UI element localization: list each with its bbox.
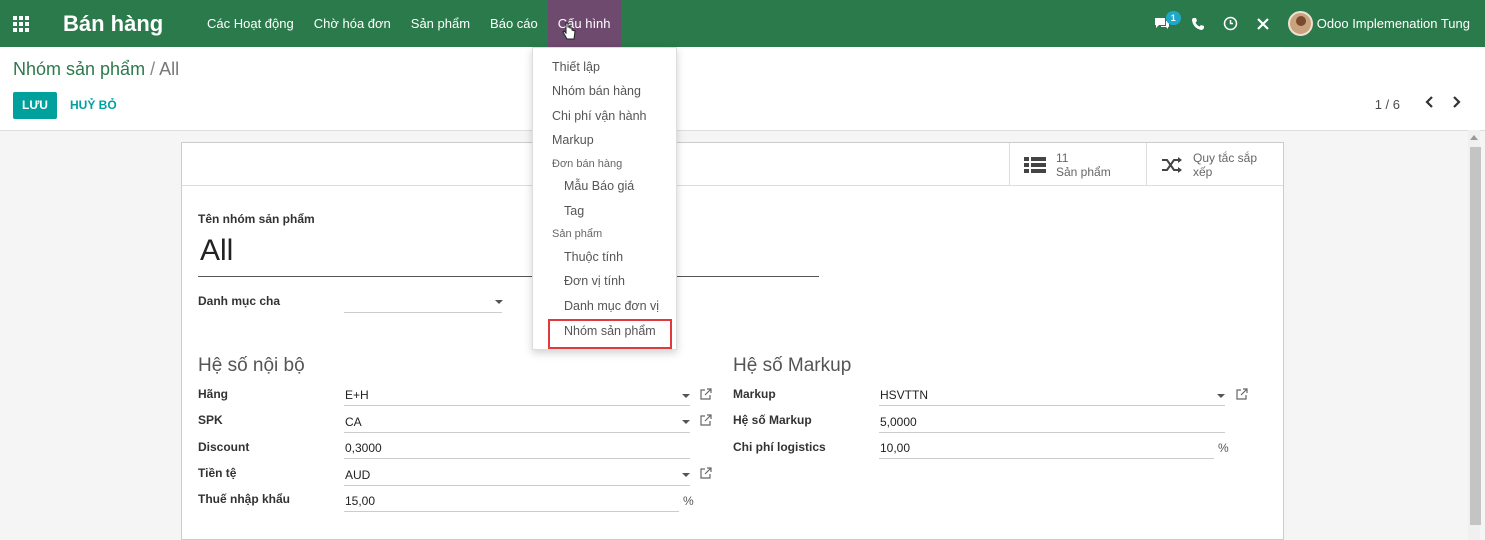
shuffle-icon [1162, 156, 1182, 173]
menu-configuration[interactable]: Cấu hình [547, 0, 621, 47]
spk-field[interactable]: CA [345, 415, 362, 429]
sort-rules-label-1: Quy tắc sắp [1193, 150, 1258, 165]
dropdown-header-products: Sản phẩm [552, 228, 603, 240]
import-tax-field[interactable]: 15,00 [345, 494, 375, 508]
pager-buttons [1424, 95, 1462, 109]
menu-to-invoice[interactable]: Chờ hóa đơn [304, 0, 401, 47]
scrollbar-thumb[interactable] [1470, 147, 1481, 525]
parent-category-caret-icon[interactable] [495, 300, 503, 304]
discard-button[interactable]: HUỶ BỎ [70, 92, 117, 119]
systray: 1 Odoo Implemenation Tung [1153, 0, 1470, 47]
import-tax-percent: % [683, 494, 694, 508]
app-title[interactable]: Bán hàng [63, 11, 163, 37]
name-underline [198, 276, 819, 277]
currency-underline [344, 485, 690, 486]
apps-grid-icon[interactable] [13, 16, 29, 32]
logistics-cost-percent: % [1218, 441, 1229, 455]
products-count: 11 [1056, 150, 1069, 165]
form-sheet: 11 Sản phẩm Quy tắc sắp xếp Tên nhóm sản… [181, 142, 1284, 540]
dropdown-item-tags[interactable]: Tag [564, 204, 584, 218]
import-tax-underline [344, 511, 679, 512]
currency-field[interactable]: AUD [345, 468, 370, 482]
dropdown-item-operating-costs[interactable]: Chi phí vận hành [552, 109, 647, 123]
chat-icon[interactable]: 1 [1153, 10, 1181, 32]
markup-coefficient-underline [879, 432, 1225, 433]
markup-coefficients-title: Hệ số Markup [733, 355, 852, 376]
markup-underline [879, 405, 1225, 406]
markup-caret-icon[interactable] [1217, 394, 1225, 398]
external-link-icon[interactable] [700, 388, 712, 400]
hand-cursor-icon [562, 22, 576, 40]
dropdown-item-settings[interactable]: Thiết lập [552, 60, 600, 74]
scroll-up-arrow-icon[interactable] [1470, 135, 1478, 140]
list-icon [1024, 156, 1046, 173]
discount-underline [344, 458, 690, 459]
discount-label: Discount [198, 440, 250, 454]
import-tax-label: Thuế nhập khẩu [198, 492, 291, 506]
configuration-dropdown: Thiết lập Nhóm bán hàng Chi phí vận hành… [532, 47, 677, 350]
markup-coefficient-field[interactable]: 5,0000 [880, 415, 917, 429]
user-name: Odoo Implemenation Tung [1316, 16, 1470, 31]
spk-label: SPK [198, 413, 223, 427]
brand-field[interactable]: E+H [345, 388, 369, 402]
currency-label: Tiền tệ [198, 466, 237, 480]
sort-rules-stat-button[interactable]: Quy tắc sắp xếp [1146, 143, 1284, 186]
top-navbar: Bán hàng Các Hoạt động Chờ hóa đơn Sản p… [0, 0, 1485, 47]
chevron-right-icon[interactable] [1452, 95, 1462, 109]
breadcrumb-parent[interactable]: Nhóm sản phẩm [13, 59, 145, 79]
breadcrumb-separator: / [150, 59, 156, 79]
dropdown-item-attributes[interactable]: Thuộc tính [564, 250, 623, 264]
parent-category-underline [344, 312, 502, 313]
chevron-left-icon[interactable] [1424, 95, 1434, 109]
dropdown-item-markup[interactable]: Markup [552, 133, 594, 147]
markup-coefficient-label: Hệ số Markup [733, 413, 812, 427]
products-stat-label: Sản phẩm [1056, 164, 1111, 179]
user-menu[interactable]: Odoo Implemenation Tung [1287, 11, 1470, 36]
logistics-cost-underline [879, 458, 1214, 459]
button-box: 11 Sản phẩm Quy tắc sắp xếp [182, 143, 1283, 186]
dropdown-item-quotation-templates[interactable]: Mẫu Báo giá [564, 179, 634, 193]
products-stat-button[interactable]: 11 Sản phẩm [1009, 143, 1147, 186]
external-link-icon[interactable] [700, 467, 712, 479]
markup-label: Markup [733, 387, 776, 401]
brand-underline [344, 405, 690, 406]
breadcrumb: Nhóm sản phẩm / All [13, 59, 179, 80]
chat-badge: 1 [1165, 10, 1181, 25]
discount-field[interactable]: 0,3000 [345, 441, 382, 455]
sort-rules-label-2: xếp [1193, 164, 1213, 179]
dropdown-header-sales-orders: Đơn bán hàng [552, 158, 623, 170]
internal-coefficients-title: Hệ số nội bộ [198, 355, 305, 376]
markup-field[interactable]: HSVTTN [880, 388, 928, 402]
avatar [1287, 11, 1313, 36]
logistics-cost-field[interactable]: 10,00 [880, 441, 910, 455]
external-link-icon[interactable] [1236, 388, 1248, 400]
brand-caret-icon[interactable] [682, 394, 690, 398]
dropdown-item-units-of-measure[interactable]: Đơn vị tính [564, 274, 625, 288]
pager-value[interactable]: 1 / 6 [1375, 97, 1400, 112]
brand-label: Hãng [198, 387, 228, 401]
name-label: Tên nhóm sản phẩm [198, 212, 315, 226]
parent-category-label: Danh mục cha [198, 294, 281, 308]
save-button[interactable]: LƯU [13, 92, 57, 119]
clock-icon[interactable] [1223, 16, 1238, 31]
spk-caret-icon[interactable] [682, 420, 690, 424]
tools-icon[interactable] [1256, 17, 1270, 31]
logistics-cost-label: Chi phí logistics [733, 440, 826, 454]
highlight-box [548, 319, 672, 349]
dropdown-item-uom-categories[interactable]: Danh mục đơn vị [564, 299, 659, 313]
menu-activities[interactable]: Các Hoạt động [197, 0, 304, 47]
menu-products[interactable]: Sản phẩm [401, 0, 480, 47]
phone-icon[interactable] [1191, 17, 1205, 31]
spk-underline [344, 432, 690, 433]
breadcrumb-current: All [159, 59, 180, 79]
main-menu: Các Hoạt động Chờ hóa đơn Sản phẩm Báo c… [197, 0, 621, 47]
dropdown-item-sales-teams[interactable]: Nhóm bán hàng [552, 84, 641, 98]
name-input[interactable]: All [200, 234, 233, 268]
external-link-icon[interactable] [700, 414, 712, 426]
currency-caret-icon[interactable] [682, 473, 690, 477]
menu-reporting[interactable]: Báo cáo [480, 0, 548, 47]
